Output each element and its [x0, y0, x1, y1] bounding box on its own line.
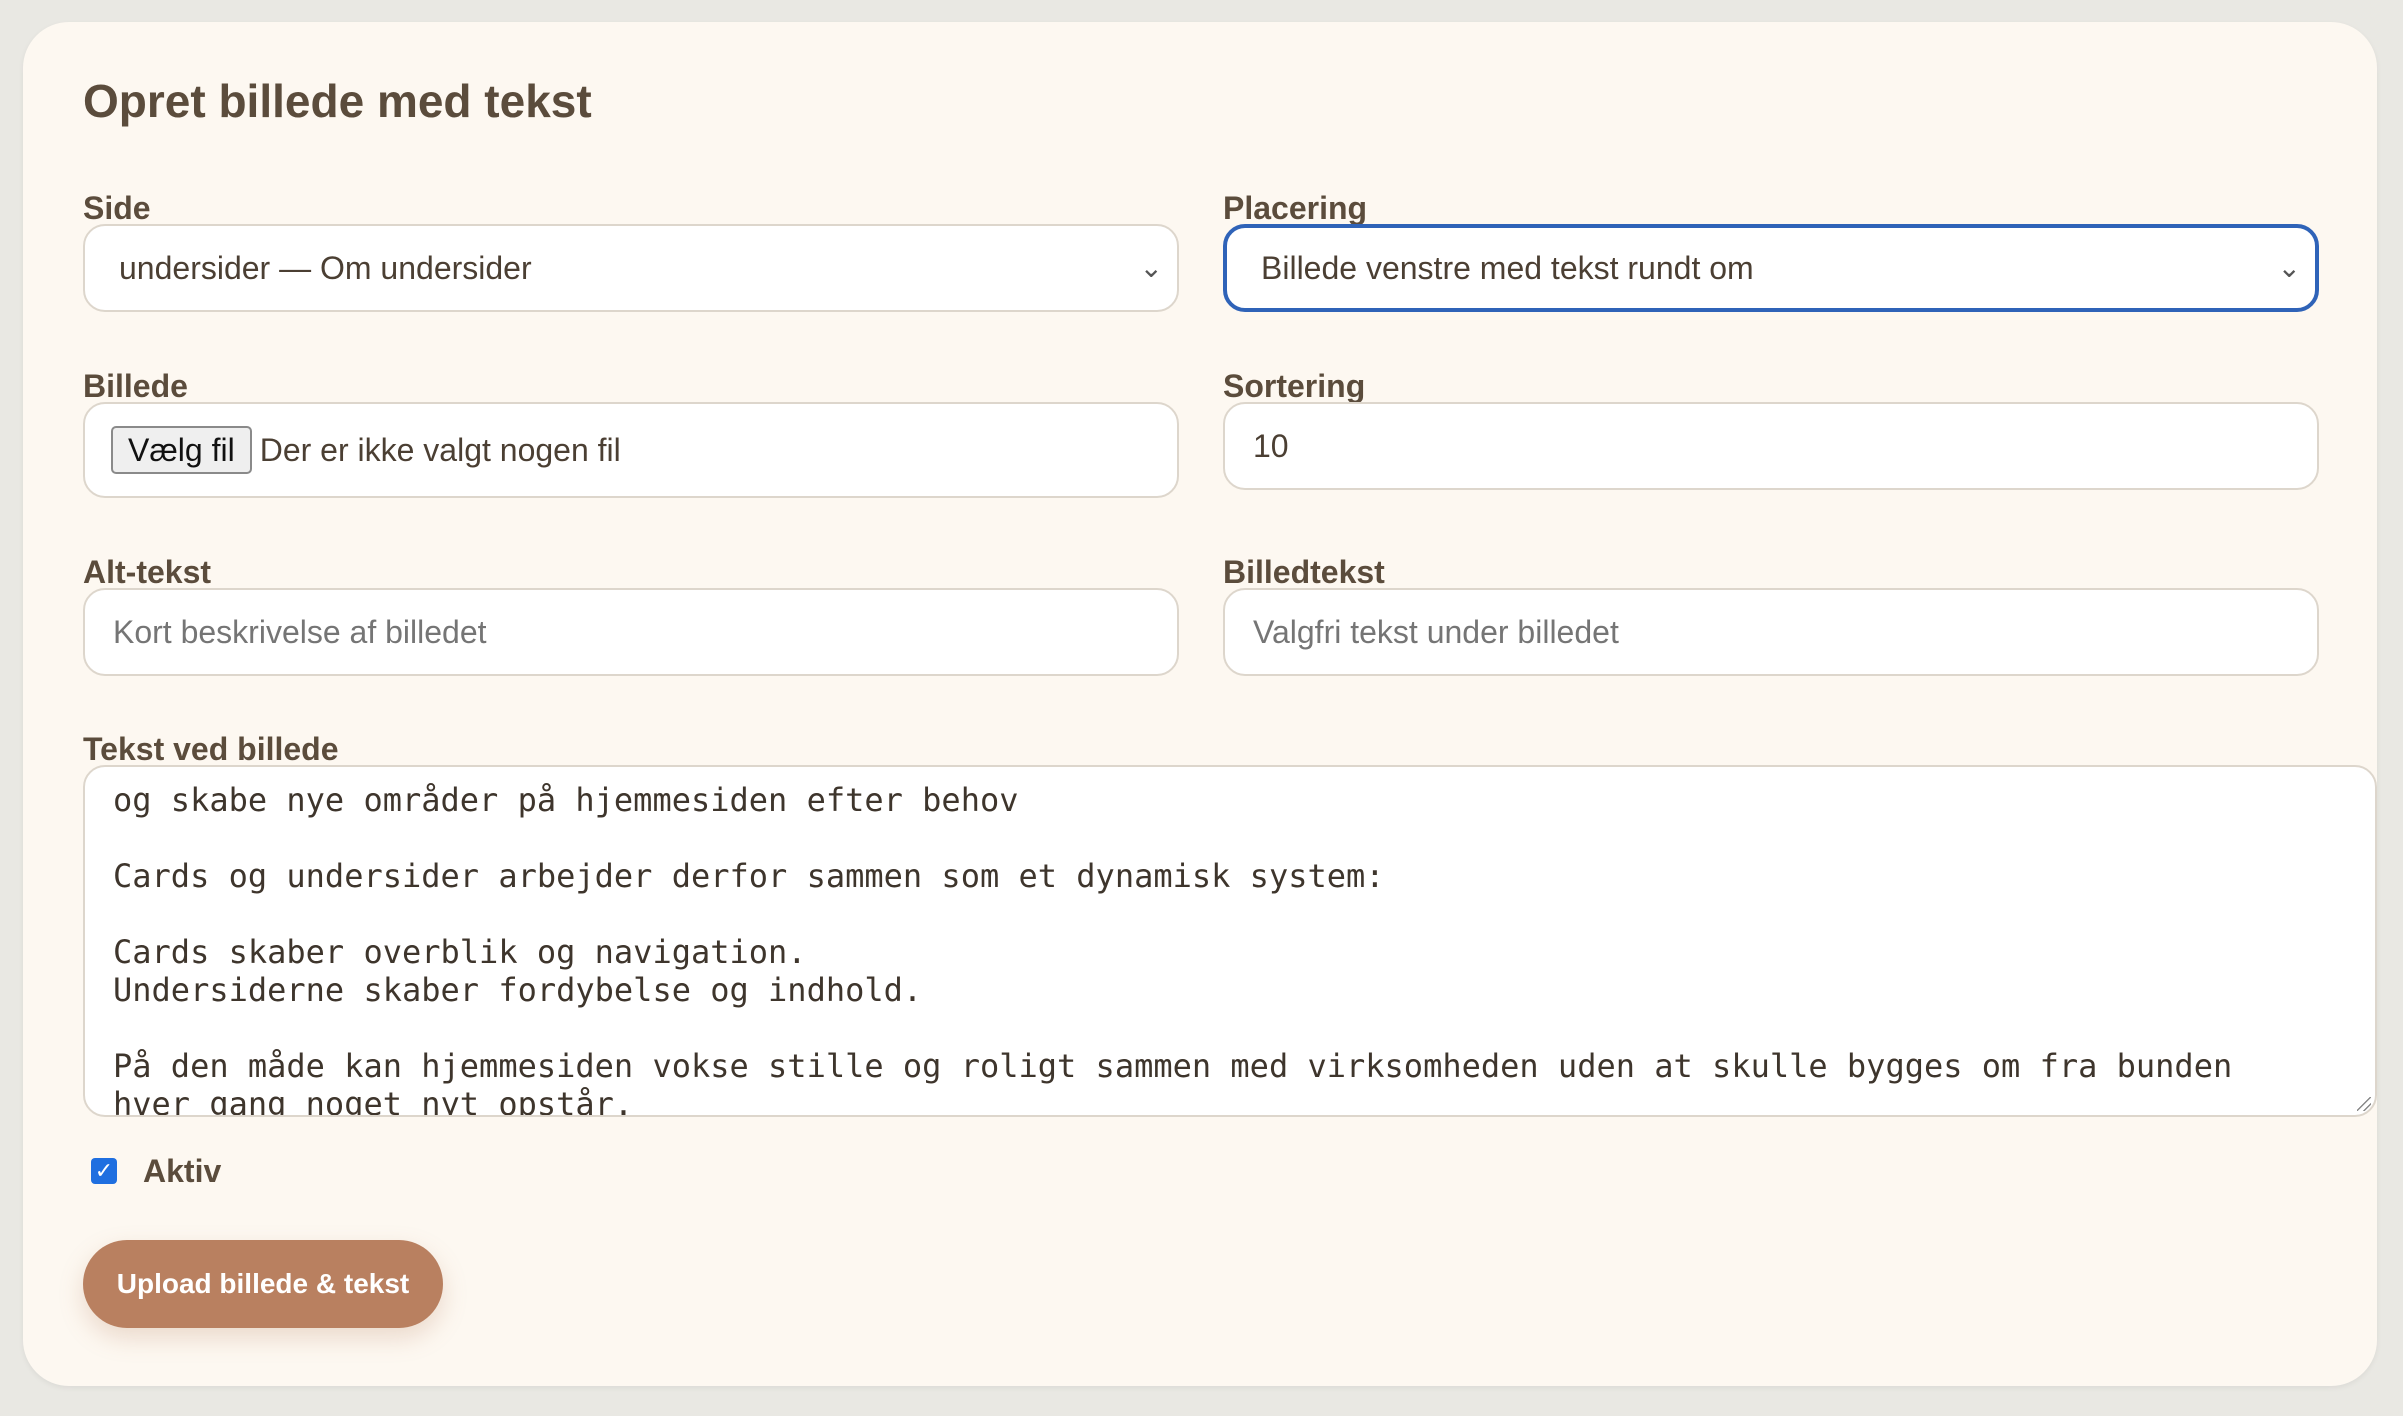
file-status: Der er ikke valgt nogen fil — [259, 431, 621, 468]
chevron-down-icon: ⌄ — [1139, 252, 1163, 283]
billede-file-input[interactable]: Vælg fil Der er ikke valgt nogen fil — [83, 402, 1179, 498]
billedtekst-input[interactable]: Valgfri tekst under billedet — [1223, 588, 2319, 676]
placering-label: Placering — [1223, 190, 1368, 226]
resize-handle-icon[interactable] — [2357, 1097, 2371, 1111]
chevron-down-icon: ⌄ — [2277, 252, 2301, 283]
textarea-line: Undersiderne skaber fordybelse og indhol… — [113, 971, 923, 1009]
textarea-line — [113, 1009, 2355, 1047]
textarea-line: hver gang noget nyt opstår. — [113, 1085, 634, 1117]
textarea-line: På den måde kan hjemmesiden vokse stille… — [113, 1047, 2233, 1085]
billedtekst-label: Billedtekst — [1223, 554, 1385, 590]
textarea-line: Cards og undersider arbejder derfor samm… — [113, 857, 1385, 895]
aktiv-checkbox[interactable]: ✓ — [91, 1158, 117, 1184]
textarea-content: og skabe nye områder på hjemmesiden efte… — [113, 781, 2355, 1117]
upload-button[interactable]: Upload billede & tekst — [83, 1240, 443, 1328]
textarea-line — [113, 819, 2355, 857]
aktiv-label: Aktiv — [143, 1153, 222, 1189]
side-select[interactable]: undersider — Om undersider ⌄ — [83, 224, 1179, 312]
side-select-value: undersider — Om undersider — [119, 249, 532, 286]
alt-tekst-label: Alt-tekst — [83, 554, 212, 590]
side-label: Side — [83, 190, 151, 226]
sortering-value: 10 — [1253, 427, 1289, 464]
form-title: Opret billede med tekst — [83, 75, 592, 127]
textarea-line — [113, 895, 2355, 933]
billede-label: Billede — [83, 368, 188, 404]
tekst-ved-billede-textarea[interactable]: og skabe nye områder på hjemmesiden efte… — [83, 765, 2377, 1117]
alt-tekst-input[interactable]: Kort beskrivelse af billedet — [83, 588, 1179, 676]
textarea-line: og skabe nye områder på hjemmesiden efte… — [113, 781, 1019, 819]
form-card: Opret billede med tekst Side undersider … — [23, 22, 2377, 1386]
tekst-ved-billede-label: Tekst ved billede — [83, 731, 339, 767]
placering-select-value: Billede venstre med tekst rundt om — [1261, 249, 1754, 286]
placering-select[interactable]: Billede venstre med tekst rundt om ⌄ — [1223, 224, 2319, 312]
alt-tekst-placeholder: Kort beskrivelse af billedet — [113, 613, 487, 650]
sortering-label: Sortering — [1223, 368, 1366, 404]
textarea-line: Cards skaber overblik og navigation. — [113, 933, 807, 971]
sortering-input[interactable]: 10 — [1223, 402, 2319, 490]
choose-file-button[interactable]: Vælg fil — [111, 426, 252, 474]
billedtekst-placeholder: Valgfri tekst under billedet — [1253, 613, 1619, 650]
